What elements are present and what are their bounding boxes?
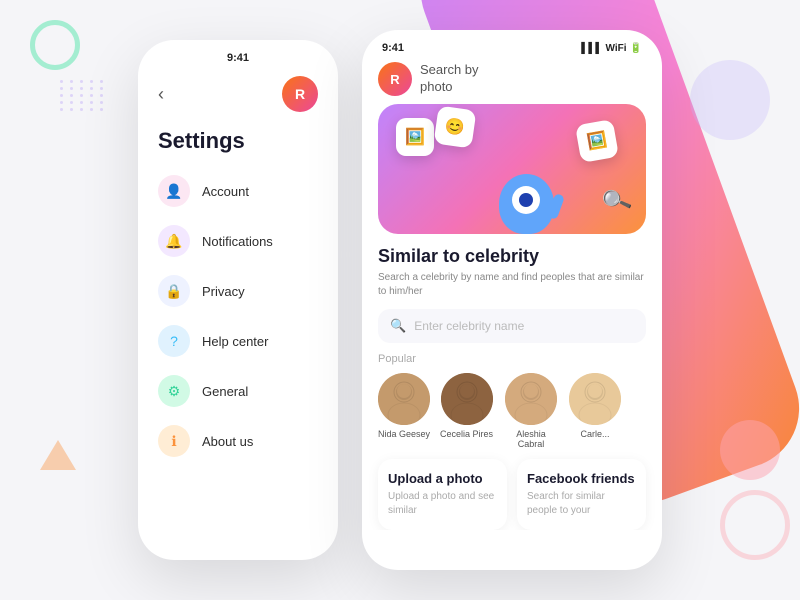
bottom-card-0[interactable]: Upload a photo Upload a photo and see si… (378, 459, 507, 530)
photo-card-2: 😊 (434, 106, 477, 149)
bottom-card-1[interactable]: Facebook friends Search for similar peop… (517, 459, 646, 530)
screen-container: 9:41 ‹ R Settings 👤 Account 🔔 Notificati… (0, 0, 800, 600)
monster-body (499, 174, 554, 234)
popular-label: Popular (378, 353, 646, 365)
settings-icon-notifications: 🔔 (158, 225, 190, 257)
hero-area: 🖼️ 😊 🖼️ 🔍 (378, 104, 646, 234)
popular-person[interactable]: Cecelia Pires (440, 373, 493, 449)
popular-avatar (441, 373, 493, 425)
photo-card-1: 🖼️ (396, 118, 434, 156)
popular-person[interactable]: Aleshia Cabral (503, 373, 559, 449)
main-avatar[interactable]: R (378, 62, 412, 96)
search-icon: 🔍 (390, 318, 406, 334)
main-time: 9:41 (382, 42, 404, 54)
wifi-icon: WiFi (606, 43, 627, 54)
bottom-card-text-1: Search for similar people to your (527, 490, 636, 518)
main-phone: 9:41 ▌▌▌ WiFi 🔋 R Search byphoto 🖼️ 😊 🖼️ (362, 30, 662, 570)
photo-card-3: 🖼️ (575, 119, 619, 163)
settings-item-about[interactable]: ℹ About us (150, 416, 326, 466)
popular-name: Nida Geesey (378, 429, 430, 439)
settings-time: 9:41 (227, 52, 249, 64)
settings-label-privacy: Privacy (202, 284, 245, 299)
battery-icon: 🔋 (630, 43, 642, 54)
popular-person[interactable]: Carle... (569, 373, 621, 449)
magnifier-icon: 🔍 (599, 184, 634, 218)
main-status-bar: 9:41 ▌▌▌ WiFi 🔋 (362, 30, 662, 58)
signal-icon: ▌▌▌ (581, 43, 602, 54)
settings-label-general: General (202, 384, 248, 399)
status-icons: ▌▌▌ WiFi 🔋 (581, 43, 642, 54)
settings-list: 👤 Account 🔔 Notifications 🔒 Privacy ? He… (138, 162, 338, 470)
settings-label-about: About us (202, 434, 253, 449)
search-bar[interactable]: 🔍 Enter celebrity name (378, 309, 646, 343)
settings-label-notifications: Notifications (202, 234, 273, 249)
monster-pupil (519, 193, 533, 207)
back-button[interactable]: ‹ (158, 84, 164, 105)
settings-item-account[interactable]: 👤 Account (150, 166, 326, 216)
similar-title: Similar to celebrity (378, 246, 646, 267)
similar-subtitle: Search a celebrity by name and find peop… (378, 271, 646, 299)
content-area: Similar to celebrity Search a celebrity … (362, 234, 662, 530)
settings-icon-help: ? (158, 325, 190, 357)
bottom-card-title-1: Facebook friends (527, 471, 636, 486)
popular-person[interactable]: Nida Geesey (378, 373, 430, 449)
popular-name: Carle... (581, 429, 610, 439)
popular-name: Aleshia Cabral (503, 429, 559, 449)
popular-avatar (505, 373, 557, 425)
popular-avatar (569, 373, 621, 425)
search-placeholder: Enter celebrity name (414, 319, 524, 333)
top-bar: R Search byphoto (362, 58, 662, 104)
settings-item-notifications[interactable]: 🔔 Notifications (150, 216, 326, 266)
bottom-card-text-0: Upload a photo and see similar (388, 490, 497, 518)
settings-status-bar: 9:41 (138, 40, 338, 68)
settings-icon-account: 👤 (158, 175, 190, 207)
settings-icon-privacy: 🔒 (158, 275, 190, 307)
settings-title: Settings (138, 116, 338, 162)
popular-name: Cecelia Pires (440, 429, 493, 439)
settings-label-account: Account (202, 184, 249, 199)
settings-header: ‹ R (138, 68, 338, 116)
monster-eye (512, 186, 540, 214)
popular-avatar (378, 373, 430, 425)
settings-phone: 9:41 ‹ R Settings 👤 Account 🔔 Notificati… (138, 40, 338, 560)
settings-item-privacy[interactable]: 🔒 Privacy (150, 266, 326, 316)
settings-item-help[interactable]: ? Help center (150, 316, 326, 366)
hero-monster (491, 154, 561, 234)
settings-icon-about: ℹ (158, 425, 190, 457)
bottom-card-title-0: Upload a photo (388, 471, 497, 486)
bottom-cards: Upload a photo Upload a photo and see si… (378, 459, 646, 530)
settings-avatar[interactable]: R (282, 76, 318, 112)
popular-list: Nida Geesey Cecelia Pires Aleshia Cabral (378, 373, 646, 449)
settings-label-help: Help center (202, 334, 268, 349)
search-by-photo-label: Search byphoto (420, 62, 479, 96)
settings-item-general[interactable]: ⚙ General (150, 366, 326, 416)
settings-icon-general: ⚙ (158, 375, 190, 407)
